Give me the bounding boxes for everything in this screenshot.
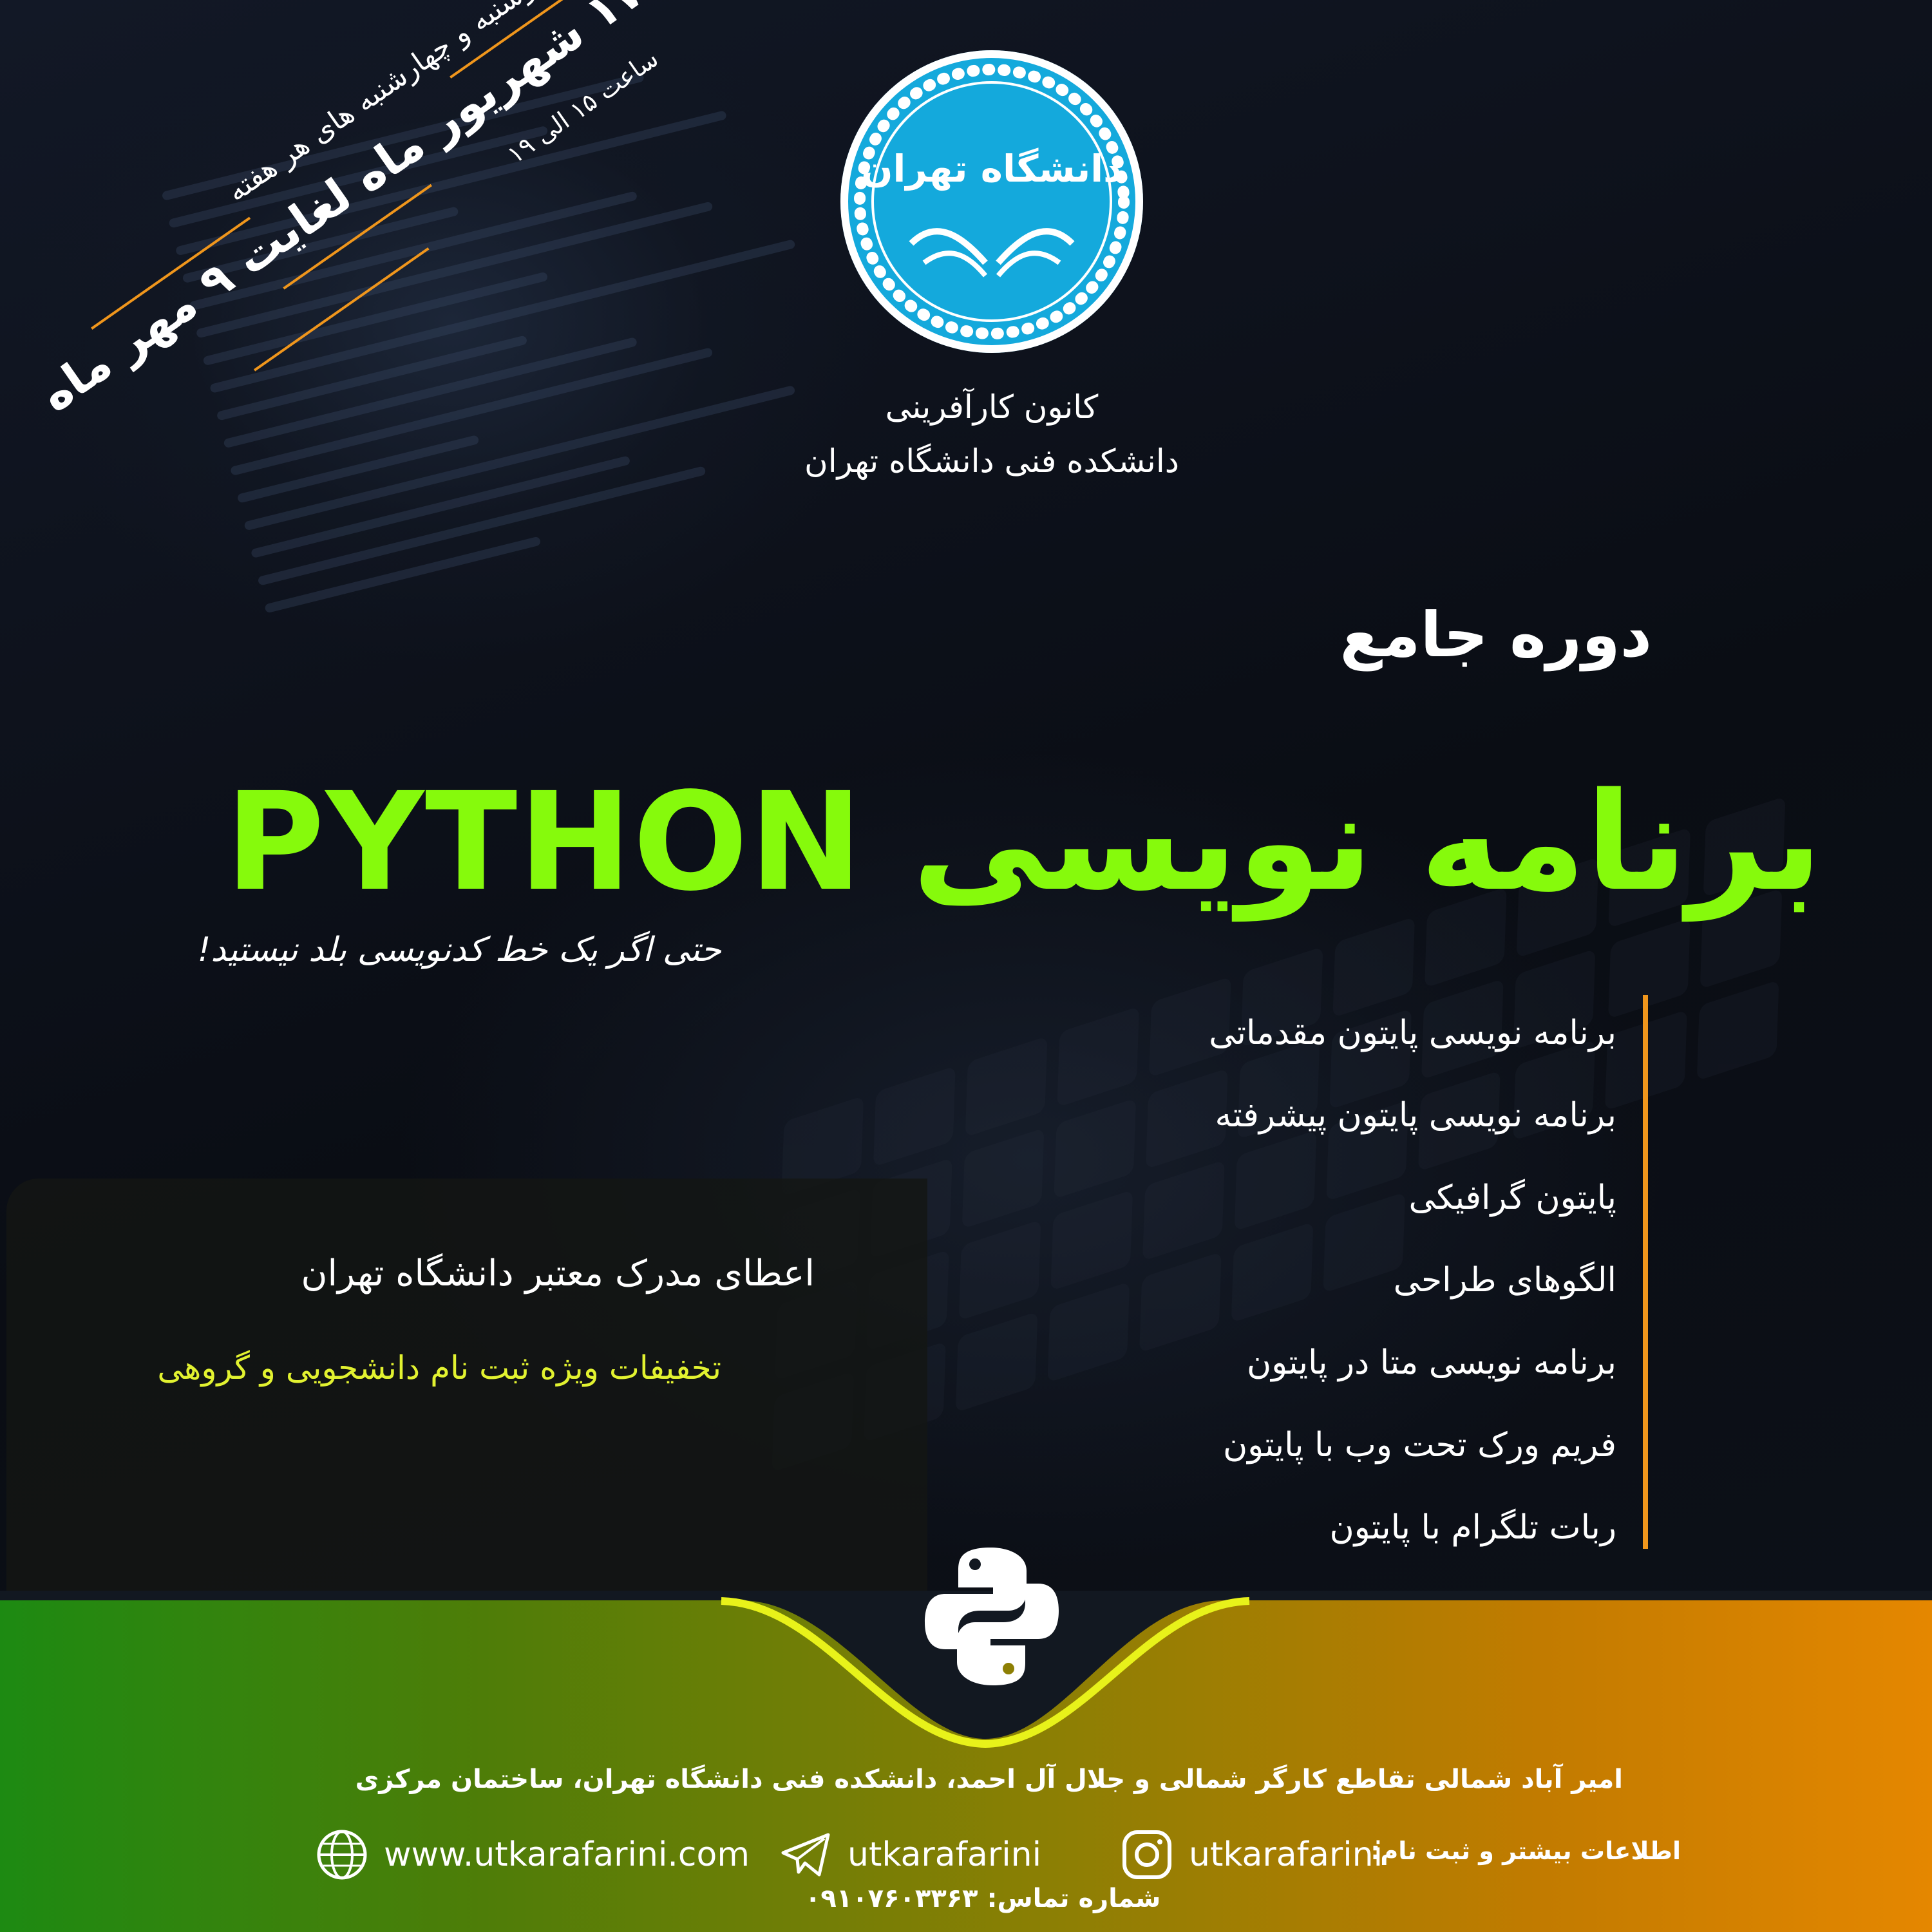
logo-text: دانشگاه تهران (861, 147, 1122, 191)
discount-text: تخفیفات ویژه ثبت نام دانشجویی و گروهی (157, 1349, 721, 1387)
university-logo: دانشگاه تهران (840, 50, 1143, 353)
course-title-main: PYTHON برنامه نویسی (225, 763, 1823, 921)
topic-item: برنامه نویسی متا در پایتون (1246, 1343, 1616, 1382)
globe-icon (317, 1830, 367, 1880)
more-info-label: اطلاعات بیشتر و ثبت نام: (1370, 1837, 1681, 1865)
topic-item: فریم ورک تحت وب با پایتون (1222, 1426, 1616, 1464)
course-title-english: PYTHON (225, 763, 864, 921)
logo-bead-ring (854, 64, 1130, 339)
topics-accent-bar (1643, 995, 1648, 1549)
website-link[interactable]: www.utkarafarini.com (384, 1835, 750, 1874)
topic-item: پایتون گرافیکی (1408, 1179, 1616, 1217)
telegram-contact[interactable]: utkarafarini (779, 1823, 1041, 1887)
instagram-icon (1122, 1830, 1171, 1879)
course-title-persian: برنامه نویسی (912, 763, 1823, 921)
topic-item: برنامه نویسی پایتون پیشرفته (1215, 1096, 1616, 1135)
instagram-handle[interactable]: utkarafarini (1189, 1835, 1383, 1874)
phone-number[interactable]: شماره تماس: ۰۹۱۰۷۶۰۳۳۶۳ (805, 1884, 1160, 1913)
organizer-line-2: دانشکده فنی دانشگاه تهران (804, 442, 1179, 480)
topic-item: ربات تلگرام با پایتون (1329, 1508, 1616, 1547)
course-title-small: دوره جامع (1340, 599, 1652, 671)
topics-list: برنامه نویسی پایتون مقدماتی برنامه نویسی… (1209, 992, 1616, 1569)
website-contact[interactable]: www.utkarafarini.com (316, 1823, 750, 1887)
python-logo-icon (925, 1548, 1059, 1685)
organizer-line-1: کانون کارآفرینی (885, 388, 1099, 426)
instagram-contact[interactable]: utkarafarini (1121, 1823, 1383, 1887)
telegram-handle[interactable]: utkarafarini (848, 1835, 1041, 1874)
course-tagline: حتی اگر یک خط کدنویسی بلد نیستید! (197, 931, 721, 969)
topic-item: برنامه نویسی پایتون مقدماتی (1209, 1014, 1616, 1052)
organizer-block: کانون کارآفرینی دانشکده فنی دانشگاه تهرا… (708, 380, 1275, 488)
telegram-icon (781, 1833, 830, 1877)
topic-item: الگوهای طراحی (1393, 1261, 1616, 1300)
benefits-panel (6, 1179, 927, 1642)
address-text: امیر آباد شمالی تقاطع کارگر شمالی و جلال… (355, 1765, 1623, 1794)
certificate-text: اعطای مدرک معتبر دانشگاه تهران (301, 1253, 815, 1294)
